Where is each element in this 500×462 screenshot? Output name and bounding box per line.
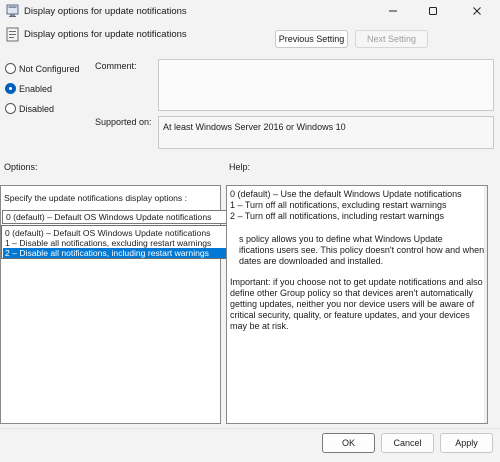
radio-label-not-configured: Not Configured [19, 64, 80, 74]
dropdown-item-selected[interactable]: 2 – Disable all notifications, including… [3, 248, 240, 258]
help-policy-text: s policy allows you to define what Windo… [239, 234, 485, 266]
options-prompt: Specify the update notifications display… [4, 193, 187, 203]
close-button[interactable] [462, 0, 492, 22]
comment-field[interactable] [158, 59, 494, 111]
radio-not-configured[interactable] [5, 63, 16, 74]
combobox-value: 0 (default) – Default OS Windows Update … [6, 212, 212, 222]
supported-on-label: Supported on: [95, 117, 152, 127]
radio-disabled[interactable] [5, 103, 16, 114]
comment-label: Comment: [95, 61, 137, 71]
supported-on-field: At least Windows Server 2016 or Windows … [158, 116, 494, 149]
radio-enabled[interactable] [5, 83, 16, 94]
notifications-combobox[interactable]: 0 (default) – Default OS Windows Update … [2, 210, 239, 224]
cancel-button[interactable]: Cancel [381, 433, 434, 453]
dropdown-item[interactable]: 1 – Disable all notifications, excluding… [3, 238, 240, 248]
next-setting-button[interactable]: Next Setting [355, 30, 428, 48]
footer-divider [0, 428, 500, 429]
help-scrollbar[interactable] [484, 186, 487, 423]
radio-label-disabled: Disabled [19, 104, 55, 114]
setting-title: Display options for update notifications [24, 29, 187, 40]
maximize-icon [429, 7, 437, 15]
setting-icon [6, 27, 19, 42]
radio-label-enabled: Enabled [19, 84, 53, 94]
help-options-text: 0 (default) – Use the default Windows Up… [230, 189, 462, 221]
previous-setting-button[interactable]: Previous Setting [275, 30, 348, 48]
window-title: Display options for update notifications [24, 6, 187, 17]
help-important-text: Important: if you choose not to get upda… [230, 277, 483, 331]
apply-button[interactable]: Apply [440, 433, 493, 453]
policy-app-icon [6, 4, 19, 17]
help-label: Help: [229, 162, 251, 172]
ok-button[interactable]: OK [322, 433, 375, 453]
minimize-button[interactable] [378, 0, 408, 22]
notifications-dropdown: 0 (default) – Default OS Windows Update … [1, 225, 241, 259]
close-icon [473, 7, 481, 15]
options-label: Options: [4, 162, 38, 172]
maximize-button[interactable] [418, 0, 448, 22]
minimize-icon [389, 10, 397, 12]
dropdown-item[interactable]: 0 (default) – Default OS Windows Update … [3, 228, 240, 238]
